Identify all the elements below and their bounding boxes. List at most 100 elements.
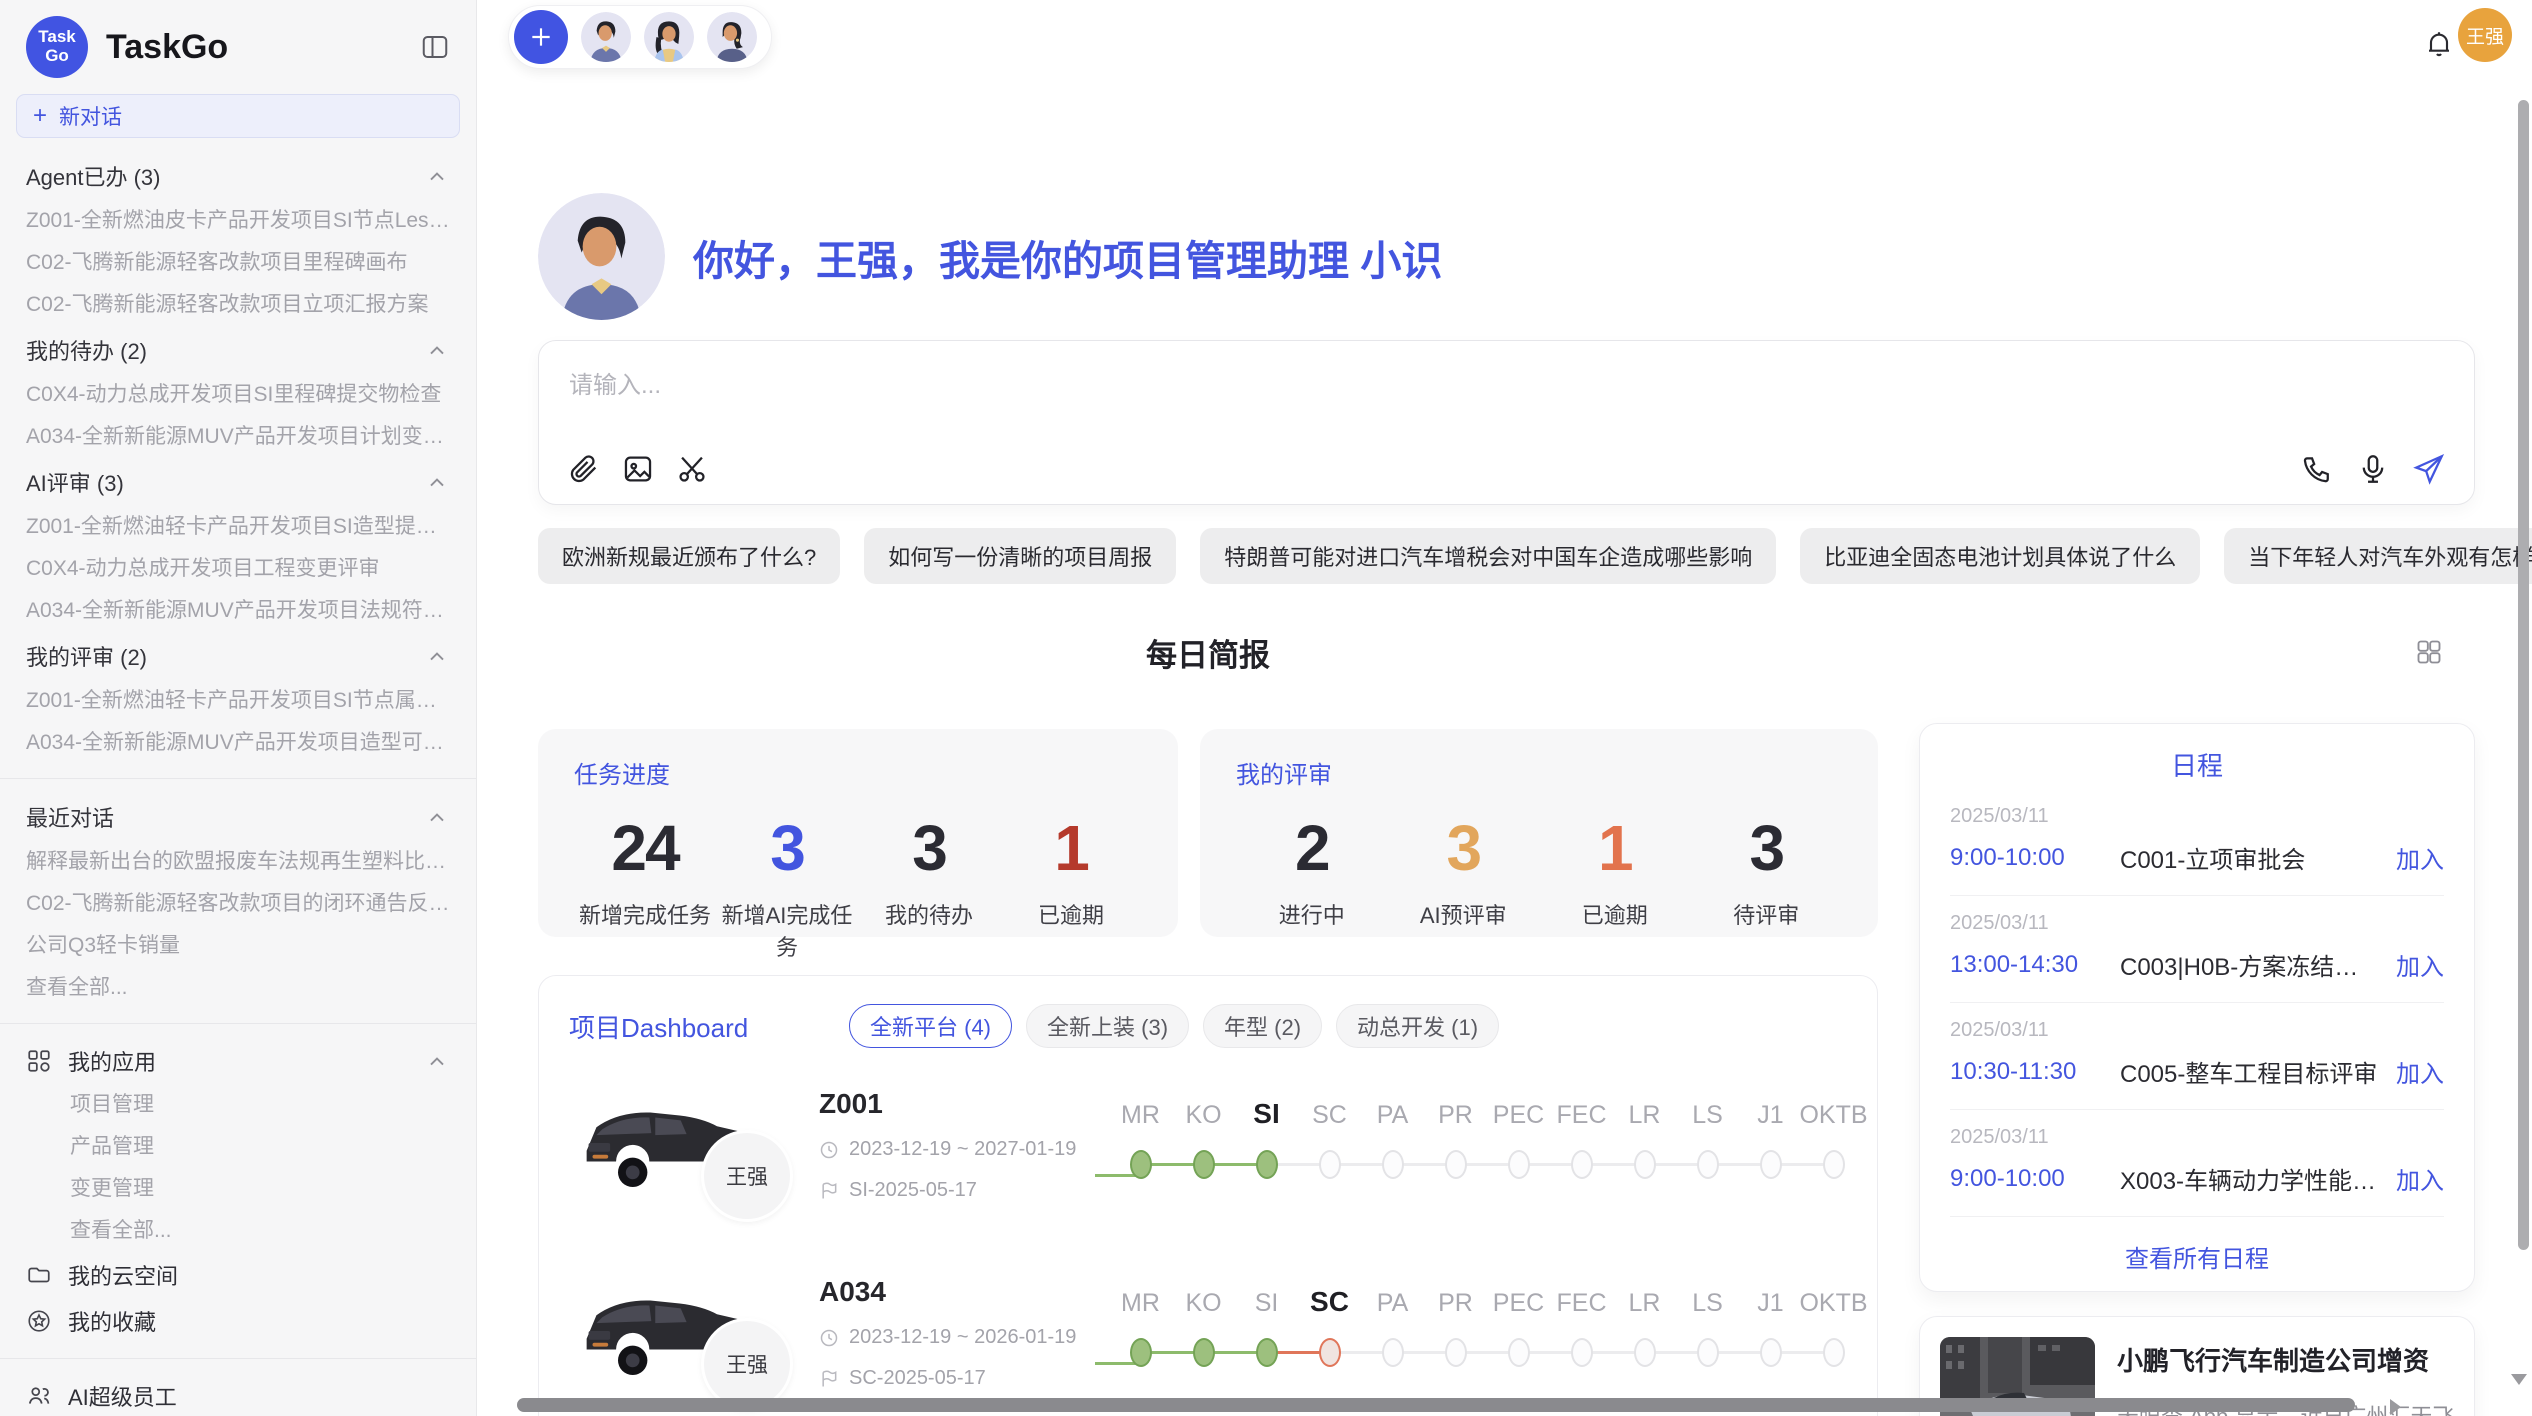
milestone-ls[interactable]: LS — [1676, 1278, 1739, 1416]
send-icon[interactable] — [2412, 452, 2446, 486]
sidebar-item-my-apps[interactable]: 我的应用 — [0, 1038, 476, 1084]
join-button[interactable]: 加入 — [2396, 947, 2444, 982]
milestone-oktb[interactable]: OKTB — [1802, 1278, 1865, 1416]
section-header-ai-review[interactable]: AI评审 (3) — [0, 458, 476, 506]
suggestion-chip[interactable]: 特朗普可能对进口汽车增税会对中国车企造成哪些影响 — [1200, 528, 1776, 584]
milestone-dot — [1193, 1338, 1215, 1367]
project-visual: 王强 — [569, 1274, 819, 1416]
project-row[interactable]: 王强 Z001 2023-12-19 ~ 2027-01-19 SI-2025-… — [569, 1086, 1847, 1236]
stat-label: 已逾期 — [1539, 898, 1691, 930]
milestone-si[interactable]: SI — [1235, 1278, 1298, 1416]
join-button[interactable]: 加入 — [2396, 1054, 2444, 1089]
stat-in-progress: 2 进行中 — [1236, 800, 1388, 930]
horizontal-scrollbar[interactable] — [517, 1398, 2355, 1412]
layout-grid-icon[interactable] — [2415, 638, 2443, 666]
add-agent-button[interactable] — [514, 10, 568, 64]
suggestion-chip[interactable]: 如何写一份清晰的项目周报 — [864, 528, 1176, 584]
milestone-label: J1 — [1757, 1090, 1783, 1130]
milestone-lr[interactable]: LR — [1613, 1278, 1676, 1416]
scissors-icon[interactable] — [675, 452, 709, 486]
sidebar-item[interactable]: Z001-全新燃油轻卡产品开发项目SI造型提交物评审 — [0, 506, 476, 548]
notification-bell-icon[interactable] — [2423, 28, 2455, 60]
milestone-ko[interactable]: KO — [1172, 1278, 1235, 1416]
agent-avatar-3[interactable] — [707, 12, 757, 62]
recent-chat-item[interactable]: 公司Q3轻卡销量 — [0, 925, 476, 967]
phone-call-icon[interactable] — [2300, 452, 2334, 486]
milestone-mr[interactable]: MR — [1109, 1278, 1172, 1416]
sidebar-collapse-icon[interactable] — [420, 32, 450, 62]
section-header-recent-chats[interactable]: 最近对话 — [0, 793, 476, 841]
app-item-project-mgmt[interactable]: 项目管理 — [0, 1084, 476, 1126]
app-item-change-mgmt[interactable]: 变更管理 — [0, 1168, 476, 1210]
agent-avatar-2[interactable] — [644, 12, 694, 62]
stat-value: 2 — [1236, 800, 1388, 896]
stat-review-overdue: 1 已逾期 — [1539, 800, 1691, 930]
view-all-chats-link[interactable]: 查看全部... — [0, 967, 476, 1009]
sidebar-item-cloud-space[interactable]: 我的云空间 — [0, 1252, 476, 1298]
chat-input-card[interactable]: 请输入... — [538, 340, 2475, 505]
agent-avatar-1[interactable] — [581, 12, 631, 62]
milestone-pa[interactable]: PA — [1361, 1278, 1424, 1416]
sidebar-item[interactable]: A034-全新新能源MUV产品开发项目法规符合性评审 — [0, 590, 476, 632]
milestone-pr[interactable]: PR — [1424, 1278, 1487, 1416]
milestone-dot — [1256, 1338, 1278, 1367]
app-item-product-mgmt[interactable]: 产品管理 — [0, 1126, 476, 1168]
tab-new-platform[interactable]: 全新平台 (4) — [849, 1004, 1012, 1048]
sidebar-item[interactable]: C02-飞腾新能源轻客改款项目立项汇报方案 — [0, 284, 476, 326]
sidebar-item[interactable]: A034-全新新能源MUV产品开发项目计划变更表编写 — [0, 416, 476, 458]
schedule-date: 2025/03/11 — [1950, 912, 2444, 935]
milestone-dot — [1571, 1150, 1593, 1179]
milestone-j1[interactable]: J1 — [1739, 1278, 1802, 1416]
milestone-oktb[interactable]: OKTB — [1802, 1090, 1865, 1236]
chat-input-placeholder[interactable]: 请输入... — [569, 365, 2444, 400]
sidebar-item[interactable]: Z001-全新燃油轻卡产品开发项目SI节点属性5D文件评审 — [0, 680, 476, 722]
section-title: AI评审 (3) — [26, 466, 124, 498]
project-flag: SI-2025-05-17 — [849, 1179, 977, 1202]
scroll-down-arrow[interactable] — [2511, 1374, 2527, 1385]
milestone-dot — [1382, 1150, 1404, 1179]
new-chat-button[interactable]: + 新对话 — [16, 94, 460, 138]
cloud-folder-icon — [26, 1262, 52, 1288]
sidebar-item-favorites[interactable]: 我的收藏 — [0, 1298, 476, 1344]
vertical-scrollbar[interactable] — [2518, 100, 2529, 1250]
tab-model-year[interactable]: 年型 (2) — [1203, 1004, 1322, 1048]
suggestion-chip[interactable]: 比亚迪全固态电池计划具体说了什么 — [1800, 528, 2200, 584]
image-upload-icon[interactable] — [621, 452, 655, 486]
stat-value: 3 — [716, 800, 858, 896]
clock-icon — [819, 1140, 839, 1160]
tab-new-body[interactable]: 全新上装 (3) — [1026, 1004, 1189, 1048]
milestone-label: LR — [1629, 1278, 1661, 1318]
suggestion-chip[interactable]: 欧洲新规最近颁布了什么? — [538, 528, 840, 584]
sidebar-item[interactable]: C0X4-动力总成开发项目工程变更评审 — [0, 548, 476, 590]
clock-icon — [819, 1328, 839, 1348]
sidebar-item-ai-super-staff[interactable]: AI超级员工 — [0, 1373, 476, 1416]
scroll-right-arrow[interactable] — [2390, 1399, 2401, 1415]
milestone-sc[interactable]: SC — [1298, 1278, 1361, 1416]
section-header-agent-done[interactable]: Agent已办 (3) — [0, 152, 476, 200]
sidebar-item[interactable]: C02-飞腾新能源轻客改款项目里程碑画布 — [0, 242, 476, 284]
recent-chat-item[interactable]: 解释最新出台的欧盟报废车法规再生塑料比例被调至15%... — [0, 841, 476, 883]
milestone-dot — [1571, 1338, 1593, 1367]
suggestion-chip[interactable]: 当下年轻人对汽车外观有怎样的喜好趋势 — [2224, 528, 2532, 584]
stat-label: AI预评审 — [1388, 898, 1540, 930]
stat-value: 3 — [1388, 800, 1540, 896]
microphone-icon[interactable] — [2356, 452, 2390, 486]
view-all-apps-link[interactable]: 查看全部... — [0, 1210, 476, 1252]
join-button[interactable]: 加入 — [2396, 840, 2444, 875]
user-avatar[interactable]: 王强 — [2458, 8, 2512, 62]
recent-chat-item[interactable]: C02-飞腾新能源轻客改款项目的闭环通告反馈情况 — [0, 883, 476, 925]
sidebar-item[interactable]: C0X4-动力总成开发项目SI里程碑提交物检查 — [0, 374, 476, 416]
milestone-pec[interactable]: PEC — [1487, 1278, 1550, 1416]
sidebar-item[interactable]: A034-全新新能源MUV产品开发项目造型可行性评审 — [0, 722, 476, 764]
milestone-fec[interactable]: FEC — [1550, 1278, 1613, 1416]
card-title: 任务进度 — [574, 755, 1142, 790]
sidebar-item[interactable]: Z001-全新燃油皮卡产品开发项目SI节点Lesson Learn报告 — [0, 200, 476, 242]
join-button[interactable]: 加入 — [2396, 1161, 2444, 1196]
attachment-icon[interactable] — [567, 452, 601, 486]
section-header-my-review[interactable]: 我的评审 (2) — [0, 632, 476, 680]
project-row[interactable]: 王强 A034 2023-12-19 ~ 2026-01-19 SC-2025-… — [569, 1274, 1847, 1416]
tab-powertrain[interactable]: 动总开发 (1) — [1336, 1004, 1499, 1048]
section-header-my-todo[interactable]: 我的待办 (2) — [0, 326, 476, 374]
view-all-schedule-link[interactable]: 查看所有日程 — [1950, 1217, 2444, 1296]
stat-label: 新增AI完成任务 — [716, 898, 858, 962]
